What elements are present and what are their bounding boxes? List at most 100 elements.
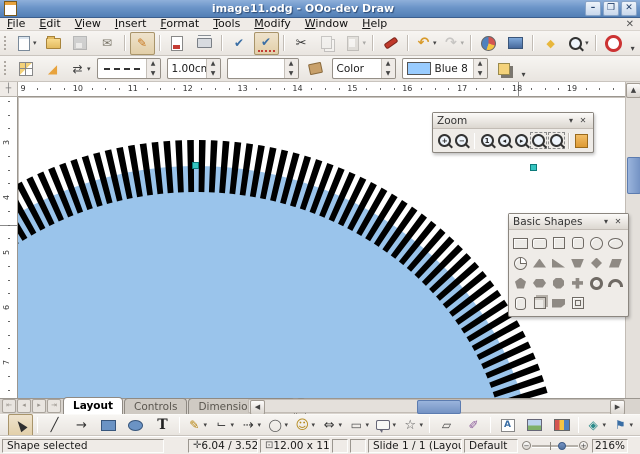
select-button[interactable] [8, 414, 33, 437]
zoom-button[interactable]: ▾ [565, 32, 591, 55]
align-button[interactable]: ⚑▾ [610, 414, 635, 437]
zoom-page-width-button[interactable] [548, 131, 565, 150]
horizontal-scrollbar[interactable]: ◀ ▶ [248, 399, 624, 413]
menu-insert[interactable]: Insert [108, 18, 154, 30]
selection-handle-top-center[interactable] [192, 162, 199, 169]
edit-file-button[interactable]: ✎ [130, 32, 155, 55]
vertical-ruler[interactable]: 34567 [0, 97, 18, 398]
basic-shapes-titlebar[interactable]: Basic Shapes ▾ ✕ [509, 214, 628, 230]
selected-ellipse-shape[interactable] [18, 166, 534, 398]
selection-handle-top-right[interactable] [530, 164, 537, 171]
scroll-up-icon[interactable]: ▲ [626, 83, 640, 98]
maximize-button[interactable]: ❐ [603, 1, 619, 16]
navigator-button[interactable] [503, 32, 528, 55]
shape-rounded-rectangle-button[interactable] [530, 234, 549, 253]
tab-next-button[interactable]: ▸ [32, 399, 46, 413]
fill-color-name[interactable]: Blue 8 [435, 63, 468, 75]
fontwork-button[interactable]: A [495, 414, 520, 437]
zoom-100-button[interactable]: 1 [478, 131, 495, 150]
basic-shapes-button[interactable]: ◯▾ [265, 414, 290, 437]
horizontal-ruler[interactable]: 910111213141516171819 [18, 82, 625, 97]
shape-trapezoid-button[interactable] [568, 254, 587, 273]
line-width-spinner[interactable]: ▲▼ [206, 59, 220, 78]
tab-last-button[interactable]: ⇥ [47, 399, 61, 413]
tab-layout[interactable]: Layout [63, 397, 123, 414]
zoom-out-icon[interactable]: − [522, 441, 531, 450]
curve-button[interactable]: ✎▾ [184, 414, 209, 437]
palette-close-icon[interactable]: ✕ [577, 116, 589, 125]
line-color-value[interactable] [228, 59, 284, 78]
tab-controls[interactable]: Controls [124, 398, 187, 414]
arrow-button[interactable]: → [69, 414, 94, 437]
new-dropdown[interactable]: ▾ [33, 39, 37, 47]
area-style-value[interactable]: Color [333, 59, 381, 78]
help-button[interactable] [601, 32, 626, 55]
zoom-palette-titlebar[interactable]: Zoom ▾ ✕ [433, 113, 593, 129]
redo-dropdown[interactable]: ▾ [461, 39, 465, 47]
horizontal-scrollbar-thumb[interactable] [417, 400, 461, 414]
send-email-button[interactable]: ✉ [95, 32, 120, 55]
area-style-spinner[interactable]: ▲▼ [381, 59, 395, 78]
line-width-field[interactable]: 1.00cm ▲▼ [167, 58, 221, 79]
fill-color-spinner[interactable]: ▲▼ [473, 59, 487, 78]
open-button[interactable] [41, 32, 66, 55]
ruler-origin-corner[interactable]: ┼ [0, 82, 18, 97]
snap-lines-button[interactable]: ◆ [538, 32, 563, 55]
menu-help[interactable]: Help [355, 18, 394, 30]
close-button[interactable]: ✕ [621, 1, 637, 16]
shadow-button[interactable] [492, 57, 517, 80]
menu-file[interactable]: File [0, 18, 32, 30]
symbol-shapes-dropdown[interactable]: ▾ [311, 421, 315, 429]
shape-ring-button[interactable] [587, 274, 606, 293]
shape-hexagon-button[interactable] [530, 274, 549, 293]
shape-octagon-button[interactable] [549, 274, 568, 293]
shape-circle-pie-button[interactable] [511, 254, 530, 273]
zoom-in-button[interactable]: + [436, 131, 453, 150]
shape-folded-corner-button[interactable] [549, 294, 568, 313]
block-arrows-button[interactable]: ⇔▾ [319, 414, 344, 437]
lines-arrows-button[interactable]: ⇢▾ [238, 414, 263, 437]
menu-tools[interactable]: Tools [206, 18, 247, 30]
tab-previous-button[interactable]: ◂ [17, 399, 31, 413]
line-style-spinner[interactable]: ▲▼ [146, 59, 160, 78]
palette-menu-icon[interactable]: ▾ [600, 217, 612, 226]
shape-right-triangle-button[interactable] [549, 254, 568, 273]
shape-parallelogram-button[interactable] [606, 254, 625, 273]
shape-cross-button[interactable] [568, 274, 587, 293]
shape-square-button[interactable] [549, 234, 568, 253]
toolbar-overflow-icon[interactable]: ▾ [631, 44, 635, 55]
lines-arrows-dropdown[interactable]: ▾ [257, 421, 261, 429]
line-color-spinner[interactable]: ▲▼ [284, 59, 298, 78]
document-close-icon[interactable]: ✕ [626, 19, 634, 30]
toolbar-overflow-icon[interactable]: ▾ [522, 70, 526, 81]
cut-button[interactable]: ✂ [289, 32, 314, 55]
gallery-button[interactable] [549, 414, 574, 437]
toolbar-grip[interactable] [3, 35, 8, 52]
zoom-next-button[interactable]: ▸ [513, 131, 530, 150]
insert-chart-button[interactable] [476, 32, 501, 55]
paste-dropdown[interactable]: ▾ [363, 39, 367, 47]
undo-button[interactable]: ↶▾ [413, 32, 439, 55]
zoom-dropdown[interactable]: ▾ [585, 39, 589, 47]
zoom-entire-page-button[interactable] [530, 131, 547, 150]
stars-dropdown[interactable]: ▾ [419, 421, 423, 429]
shape-cube-button[interactable] [530, 294, 549, 313]
fill-color-combo[interactable]: Blue 8 ▲▼ [402, 58, 488, 79]
menu-format[interactable]: Format [153, 18, 206, 30]
text-button[interactable]: T [150, 414, 175, 437]
clone-formatting-button[interactable] [378, 32, 403, 55]
shape-rectangle-button[interactable] [511, 234, 530, 253]
menu-modify[interactable]: Modify [247, 18, 297, 30]
menu-edit[interactable]: Edit [32, 18, 67, 30]
rotate-dropdown[interactable]: ▾ [602, 421, 606, 429]
area-style-combo[interactable]: Color ▲▼ [332, 58, 396, 79]
scroll-right-icon[interactable]: ▶ [610, 400, 625, 415]
line-dialog-button[interactable]: ◢ [40, 57, 65, 80]
palette-close-icon[interactable]: ✕ [612, 217, 624, 226]
toolbar-grip[interactable] [3, 60, 8, 78]
export-pdf-button[interactable] [165, 32, 190, 55]
flowchart-button[interactable]: ▭▾ [346, 414, 371, 437]
tab-first-button[interactable]: ⇤ [2, 399, 16, 413]
ellipse-button[interactable] [123, 414, 148, 437]
flowchart-dropdown[interactable]: ▾ [365, 421, 369, 429]
